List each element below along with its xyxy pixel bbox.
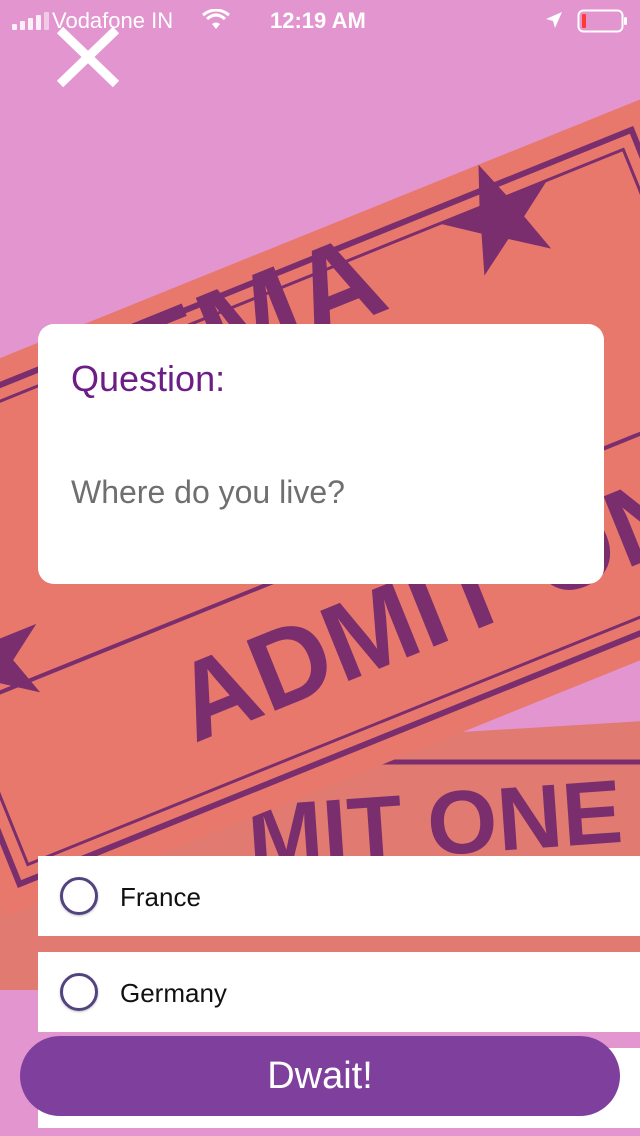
- option-france[interactable]: France: [38, 856, 640, 936]
- signal-icon: [12, 12, 49, 30]
- submit-button[interactable]: Dwait!: [20, 1036, 620, 1116]
- option-label: Germany: [120, 978, 227, 1008]
- status-time: 12:19 AM: [270, 8, 366, 33]
- question-card: Question: Where do you live?: [38, 324, 604, 584]
- option-germany[interactable]: Germany: [38, 952, 640, 1032]
- wifi-icon: [202, 9, 230, 29]
- location-arrow-icon: [546, 12, 562, 28]
- question-label: Question:: [71, 358, 226, 399]
- option-label: France: [120, 882, 201, 912]
- radio-button[interactable]: [60, 877, 98, 915]
- close-button[interactable]: [50, 22, 126, 92]
- close-icon: [56, 26, 120, 88]
- question-text: Where do you live?: [71, 474, 345, 510]
- battery-icon: [577, 9, 627, 33]
- radio-button[interactable]: [60, 973, 98, 1011]
